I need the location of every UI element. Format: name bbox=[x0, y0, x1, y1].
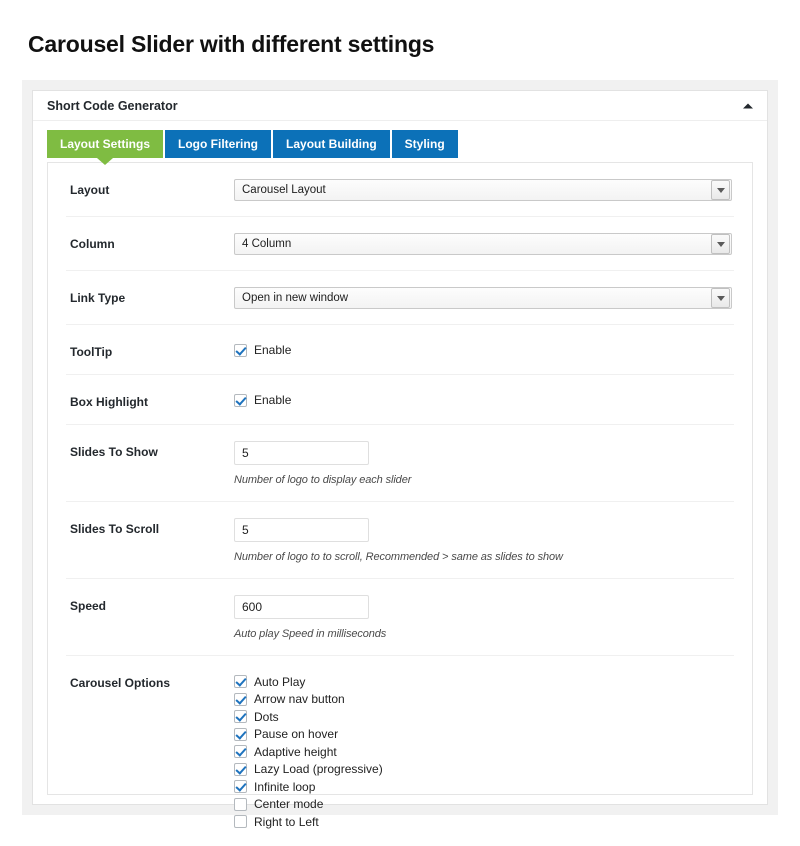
column-select[interactable]: 4 Column bbox=[234, 233, 732, 255]
carousel-option-pause-on-hover[interactable]: Pause on hover bbox=[234, 726, 734, 744]
carousel-option-auto-play[interactable]: Auto Play bbox=[234, 673, 734, 691]
checkbox-box-icon bbox=[234, 815, 247, 828]
tooltip-enable-checkbox[interactable]: Enable bbox=[234, 341, 734, 359]
checkbox-label: Right to Left bbox=[254, 815, 319, 829]
carousel-options-group: Auto Play Arrow nav button Dots Pause on… bbox=[234, 672, 734, 831]
label-speed: Speed bbox=[66, 595, 234, 613]
label-carousel-options: Carousel Options bbox=[66, 672, 234, 690]
checkbox-label: Adaptive height bbox=[254, 745, 337, 759]
tab-label: Logo Filtering bbox=[178, 137, 258, 151]
field-column: 4 Column bbox=[234, 233, 734, 255]
layout-select[interactable]: Carousel Layout bbox=[234, 179, 732, 201]
slides-to-show-input[interactable] bbox=[234, 441, 369, 465]
label-box-highlight: Box Highlight bbox=[66, 391, 234, 409]
checkbox-box-icon bbox=[234, 728, 247, 741]
carousel-option-infinite-loop[interactable]: Infinite loop bbox=[234, 778, 734, 796]
form-row-slides-to-show: Slides To Show Number of logo to display… bbox=[66, 425, 734, 502]
panel-outer-wrapper: Short Code Generator Layout Settings Log… bbox=[22, 80, 778, 815]
carousel-option-dots[interactable]: Dots bbox=[234, 708, 734, 726]
chevron-down-icon[interactable] bbox=[711, 288, 730, 308]
label-slides-to-show: Slides To Show bbox=[66, 441, 234, 459]
checkbox-label: Lazy Load (progressive) bbox=[254, 762, 383, 776]
field-layout: Carousel Layout bbox=[234, 179, 734, 201]
tab-bar: Layout Settings Logo Filtering Layout Bu… bbox=[33, 121, 767, 158]
label-link-type: Link Type bbox=[66, 287, 234, 305]
checkbox-label: Infinite loop bbox=[254, 780, 315, 794]
shortcode-generator-panel: Short Code Generator Layout Settings Log… bbox=[32, 90, 768, 805]
checkbox-box-icon bbox=[234, 780, 247, 793]
link-type-select[interactable]: Open in new window bbox=[234, 287, 732, 309]
checkbox-box-icon bbox=[234, 798, 247, 811]
carousel-option-right-to-left[interactable]: Right to Left bbox=[234, 813, 734, 831]
form-row-speed: Speed Auto play Speed in milliseconds bbox=[66, 579, 734, 656]
field-slides-to-scroll: Number of logo to to scroll, Recommended… bbox=[234, 518, 734, 563]
speed-input[interactable] bbox=[234, 595, 369, 619]
layout-settings-panel: Layout Carousel Layout Column 4 Column bbox=[47, 162, 753, 795]
label-column: Column bbox=[66, 233, 234, 251]
tab-label: Layout Settings bbox=[60, 137, 150, 151]
tab-styling[interactable]: Styling bbox=[392, 130, 458, 158]
field-link-type: Open in new window bbox=[234, 287, 734, 309]
carousel-option-lazy-load[interactable]: Lazy Load (progressive) bbox=[234, 761, 734, 779]
slides-to-show-help: Number of logo to display each slider bbox=[234, 474, 734, 486]
link-type-select-value: Open in new window bbox=[235, 292, 711, 304]
checkbox-box-icon bbox=[234, 394, 247, 407]
layout-select-value: Carousel Layout bbox=[235, 184, 711, 196]
chevron-down-icon[interactable] bbox=[711, 234, 730, 254]
carousel-option-center-mode[interactable]: Center mode bbox=[234, 796, 734, 814]
tab-label: Layout Building bbox=[286, 137, 377, 151]
slides-to-scroll-input[interactable] bbox=[234, 518, 369, 542]
tab-logo-filtering[interactable]: Logo Filtering bbox=[165, 130, 271, 158]
field-box-highlight: Enable bbox=[234, 391, 734, 409]
checkbox-label: Arrow nav button bbox=[254, 692, 345, 706]
checkbox-box-icon bbox=[234, 763, 247, 776]
checkbox-box-icon bbox=[234, 710, 247, 723]
column-select-value: 4 Column bbox=[235, 238, 711, 250]
checkbox-label: Auto Play bbox=[254, 675, 305, 689]
checkbox-box-icon bbox=[234, 693, 247, 706]
carousel-option-arrow-nav-button[interactable]: Arrow nav button bbox=[234, 691, 734, 709]
checkbox-label: Enable bbox=[254, 343, 291, 357]
speed-help: Auto play Speed in milliseconds bbox=[234, 628, 734, 640]
checkbox-box-icon bbox=[234, 745, 247, 758]
form-row-link-type: Link Type Open in new window bbox=[66, 271, 734, 325]
carousel-option-adaptive-height[interactable]: Adaptive height bbox=[234, 743, 734, 761]
checkbox-label: Center mode bbox=[254, 797, 323, 811]
panel-header-title: Short Code Generator bbox=[47, 99, 178, 113]
form-row-tooltip: ToolTip Enable bbox=[66, 325, 734, 375]
checkbox-box-icon bbox=[234, 675, 247, 688]
checkbox-label: Pause on hover bbox=[254, 727, 338, 741]
page-title: Carousel Slider with different settings bbox=[0, 0, 800, 58]
field-tooltip: Enable bbox=[234, 341, 734, 359]
label-layout: Layout bbox=[66, 179, 234, 197]
box-highlight-enable-checkbox[interactable]: Enable bbox=[234, 391, 734, 409]
field-speed: Auto play Speed in milliseconds bbox=[234, 595, 734, 640]
form-row-layout: Layout Carousel Layout bbox=[66, 163, 734, 217]
field-slides-to-show: Number of logo to display each slider bbox=[234, 441, 734, 486]
panel-header: Short Code Generator bbox=[33, 91, 767, 121]
form-row-slides-to-scroll: Slides To Scroll Number of logo to to sc… bbox=[66, 502, 734, 579]
form-row-box-highlight: Box Highlight Enable bbox=[66, 375, 734, 425]
slides-to-scroll-help: Number of logo to to scroll, Recommended… bbox=[234, 551, 734, 563]
form-row-carousel-options: Carousel Options Auto Play Arrow nav but… bbox=[66, 656, 734, 846]
chevron-down-icon[interactable] bbox=[711, 180, 730, 200]
label-slides-to-scroll: Slides To Scroll bbox=[66, 518, 234, 536]
checkbox-label: Enable bbox=[254, 393, 291, 407]
triangle-up-icon[interactable] bbox=[743, 103, 753, 108]
checkbox-box-icon bbox=[234, 344, 247, 357]
tab-label: Styling bbox=[405, 137, 445, 151]
tab-layout-building[interactable]: Layout Building bbox=[273, 130, 390, 158]
checkbox-label: Dots bbox=[254, 710, 279, 724]
tab-layout-settings[interactable]: Layout Settings bbox=[47, 130, 163, 158]
form-row-column: Column 4 Column bbox=[66, 217, 734, 271]
label-tooltip: ToolTip bbox=[66, 341, 234, 359]
